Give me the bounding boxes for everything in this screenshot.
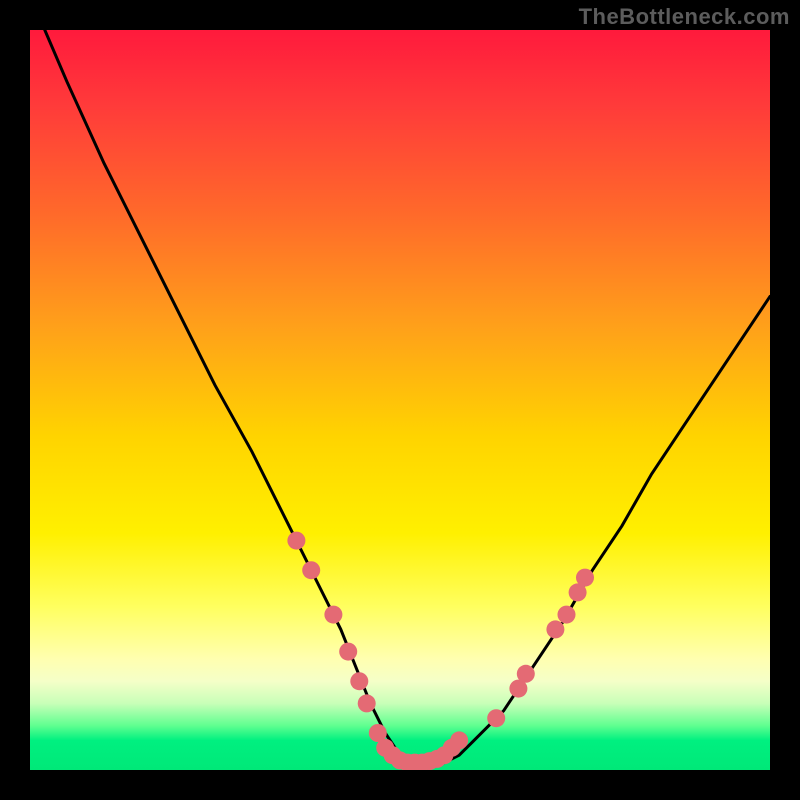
marker-dot bbox=[576, 569, 594, 587]
marker-dot bbox=[339, 643, 357, 661]
plot-area bbox=[30, 30, 770, 770]
marker-dot bbox=[450, 731, 468, 749]
marker-dot bbox=[302, 561, 320, 579]
marker-dot bbox=[350, 672, 368, 690]
marker-group bbox=[287, 532, 594, 770]
marker-dot bbox=[546, 620, 564, 638]
marker-dot bbox=[287, 532, 305, 550]
marker-dot bbox=[358, 694, 376, 712]
marker-dot bbox=[324, 606, 342, 624]
marker-dot bbox=[517, 665, 535, 683]
chart-frame: TheBottleneck.com bbox=[0, 0, 800, 800]
marker-dot bbox=[487, 709, 505, 727]
marker-dot bbox=[558, 606, 576, 624]
chart-svg bbox=[30, 30, 770, 770]
bottleneck-curve bbox=[45, 30, 770, 763]
watermark-label: TheBottleneck.com bbox=[579, 4, 790, 30]
